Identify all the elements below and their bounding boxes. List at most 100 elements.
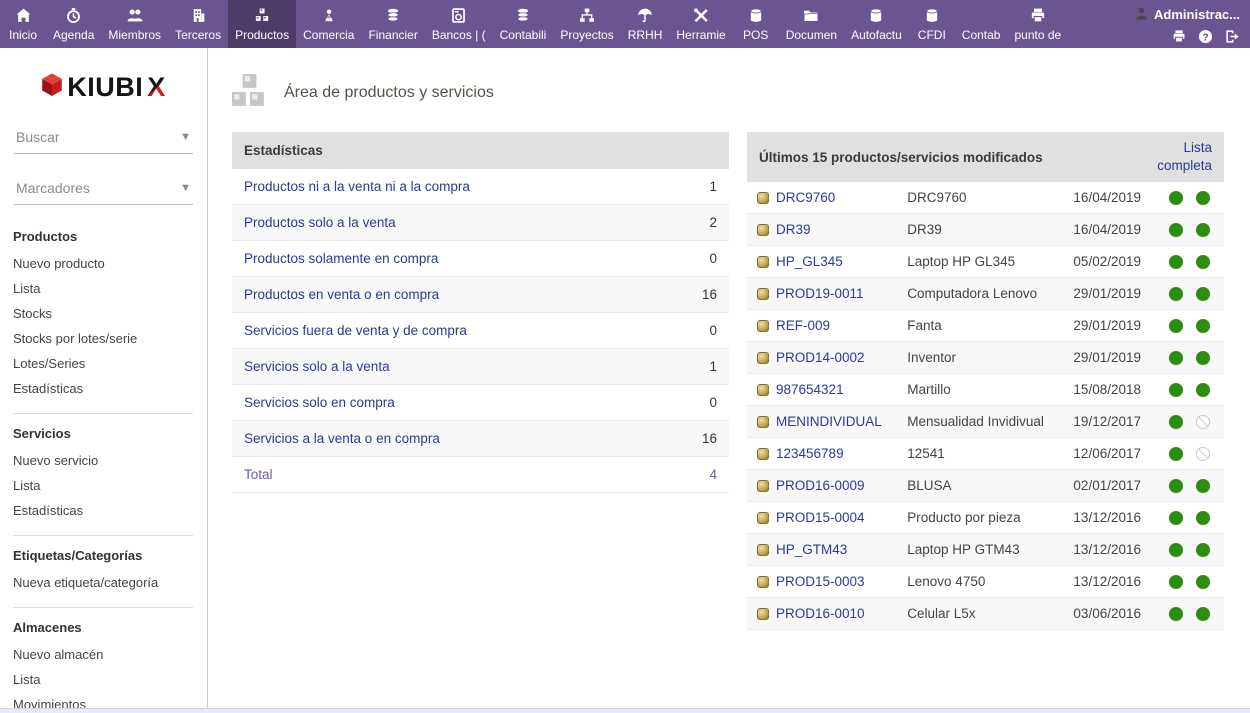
status-sell-icon[interactable]: [1169, 287, 1183, 301]
sidebar-item-estad-sticas[interactable]: Estadísticas: [13, 498, 193, 523]
status-sell-icon[interactable]: [1169, 191, 1183, 205]
print-icon[interactable]: [1171, 29, 1187, 44]
product-code-link[interactable]: PROD15-0003: [776, 574, 865, 589]
nav-item-proyectos[interactable]: Proyectos: [553, 0, 620, 48]
product-icon[interactable]: [757, 256, 769, 268]
product-code-link[interactable]: PROD15-0004: [776, 510, 865, 525]
status-buy-icon[interactable]: [1196, 575, 1210, 589]
nav-item-terceros[interactable]: Terceros: [168, 0, 228, 48]
status-buy-icon[interactable]: [1196, 543, 1210, 557]
product-icon[interactable]: [757, 576, 769, 588]
product-icon[interactable]: [757, 512, 769, 524]
status-sell-icon[interactable]: [1169, 511, 1183, 525]
nav-item-agenda[interactable]: Agenda: [46, 0, 101, 48]
status-buy-icon[interactable]: [1196, 223, 1210, 237]
status-buy-icon[interactable]: [1196, 287, 1210, 301]
product-code-link[interactable]: 123456789: [776, 446, 844, 461]
status-buy-icon[interactable]: [1196, 447, 1210, 461]
nav-item-contabili[interactable]: Contabili: [493, 0, 554, 48]
sidebar-section-title[interactable]: Almacenes: [13, 620, 193, 635]
product-code-link[interactable]: PROD16-0010: [776, 606, 865, 621]
nav-item-comercia[interactable]: Comercia: [296, 0, 361, 48]
stats-row-link[interactable]: Servicios a la venta o en compra: [244, 431, 440, 446]
product-icon[interactable]: [757, 224, 769, 236]
sidebar-section-title[interactable]: Etiquetas/Categorías: [13, 548, 193, 563]
sidebar-item-stocks-por-lotes-serie[interactable]: Stocks por lotes/serie: [13, 326, 193, 351]
nav-item-productos[interactable]: Productos: [228, 0, 296, 48]
product-code-link[interactable]: HP_GTM43: [776, 542, 847, 557]
product-icon[interactable]: [757, 352, 769, 364]
stats-total-link[interactable]: Total: [244, 467, 273, 482]
sidebar-section-title[interactable]: Servicios: [13, 426, 193, 441]
sidebar-item-stocks[interactable]: Stocks: [13, 301, 193, 326]
sidebar-item-nuevo-almac-n[interactable]: Nuevo almacén: [13, 642, 193, 667]
product-icon[interactable]: [757, 384, 769, 396]
status-buy-icon[interactable]: [1196, 511, 1210, 525]
nav-item-bancos[interactable]: Bancos | (: [425, 0, 493, 48]
horizontal-scrollbar[interactable]: [0, 708, 1250, 713]
status-buy-icon[interactable]: [1196, 607, 1210, 621]
nav-item-inicio[interactable]: Inicio: [0, 0, 46, 48]
status-sell-icon[interactable]: [1169, 415, 1183, 429]
status-buy-icon[interactable]: [1196, 255, 1210, 269]
product-icon[interactable]: [757, 288, 769, 300]
status-buy-icon[interactable]: [1196, 383, 1210, 397]
status-sell-icon[interactable]: [1169, 447, 1183, 461]
sidebar-item-nuevo-servicio[interactable]: Nuevo servicio: [13, 448, 193, 473]
product-code-link[interactable]: REF-009: [776, 318, 830, 333]
nav-item-punto-de[interactable]: punto de: [1007, 0, 1068, 48]
user-menu[interactable]: Administrac...: [1134, 6, 1240, 24]
status-buy-icon[interactable]: [1196, 415, 1210, 429]
status-sell-icon[interactable]: [1169, 607, 1183, 621]
nav-item-contab[interactable]: Contab: [955, 0, 1008, 48]
sidebar-item-movimientos[interactable]: Movimientos: [13, 692, 193, 708]
nav-item-cfdi[interactable]: CFDI: [909, 0, 955, 48]
bookmarks-dropdown[interactable]: Marcadores ▼: [14, 174, 193, 205]
status-sell-icon[interactable]: [1169, 543, 1183, 557]
product-icon[interactable]: [757, 448, 769, 460]
product-icon[interactable]: [757, 608, 769, 620]
sidebar-item-lista[interactable]: Lista: [13, 667, 193, 692]
stats-row-link[interactable]: Productos ni a la venta ni a la compra: [244, 179, 470, 194]
status-sell-icon[interactable]: [1169, 255, 1183, 269]
status-buy-icon[interactable]: [1196, 351, 1210, 365]
status-sell-icon[interactable]: [1169, 223, 1183, 237]
product-icon[interactable]: [757, 416, 769, 428]
status-sell-icon[interactable]: [1169, 319, 1183, 333]
product-code-link[interactable]: PROD19-0011: [776, 286, 864, 301]
stats-row-link[interactable]: Productos en venta o en compra: [244, 287, 439, 302]
status-buy-icon[interactable]: [1196, 319, 1210, 333]
product-code-link[interactable]: DRC9760: [776, 190, 835, 205]
sidebar-section-title[interactable]: Productos: [13, 229, 193, 244]
status-sell-icon[interactable]: [1169, 575, 1183, 589]
full-list-link[interactable]: Lista completa: [1146, 139, 1212, 175]
stats-row-link[interactable]: Servicios solo a la venta: [244, 359, 390, 374]
status-sell-icon[interactable]: [1169, 479, 1183, 493]
nav-item-financier[interactable]: Financier: [361, 0, 424, 48]
sidebar-item-lista[interactable]: Lista: [13, 473, 193, 498]
nav-item-pos[interactable]: POS: [733, 0, 779, 48]
nav-item-autofactu[interactable]: Autofactu: [844, 0, 909, 48]
stats-row-link[interactable]: Productos solo a la venta: [244, 215, 396, 230]
nav-item-herramie[interactable]: Herramie: [669, 0, 732, 48]
sidebar-item-lotes-series[interactable]: Lotes/Series: [13, 351, 193, 376]
nav-item-miembros[interactable]: Miembros: [101, 0, 168, 48]
sidebar-item-estad-sticas[interactable]: Estadísticas: [13, 376, 193, 401]
status-buy-icon[interactable]: [1196, 191, 1210, 205]
product-icon[interactable]: [757, 480, 769, 492]
sidebar-item-nueva-etiqueta-categor-a[interactable]: Nueva etiqueta/categoría: [13, 570, 193, 595]
product-code-link[interactable]: PROD16-0009: [776, 478, 865, 493]
product-code-link[interactable]: 987654321: [776, 382, 844, 397]
status-buy-icon[interactable]: [1196, 479, 1210, 493]
product-code-link[interactable]: HP_GL345: [776, 254, 843, 269]
help-icon[interactable]: ?: [1198, 29, 1213, 44]
product-code-link[interactable]: PROD14-0002: [776, 350, 865, 365]
product-code-link[interactable]: DR39: [776, 222, 811, 237]
stats-row-link[interactable]: Servicios solo en compra: [244, 395, 395, 410]
nav-item-rrhh[interactable]: RRHH: [621, 0, 670, 48]
stats-row-link[interactable]: Productos solamente en compra: [244, 251, 438, 266]
sidebar-item-nuevo-producto[interactable]: Nuevo producto: [13, 251, 193, 276]
product-icon[interactable]: [757, 192, 769, 204]
logout-icon[interactable]: [1224, 29, 1240, 44]
status-sell-icon[interactable]: [1169, 351, 1183, 365]
